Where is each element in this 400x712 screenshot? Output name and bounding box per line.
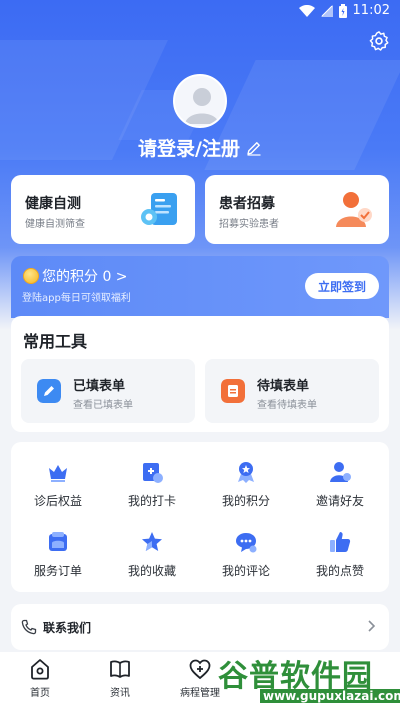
checkin-button[interactable]: 立即签到 — [305, 273, 379, 299]
points-label[interactable]: 您的积分 0 > — [42, 266, 128, 286]
common-tools-section: 常用工具 已填表单 查看已填表单 待填表单 查看待填表单 — [11, 316, 389, 432]
grid-label: 邀请好友 — [315, 494, 364, 508]
tab-label: 首页 — [30, 688, 50, 699]
health-selftest-card[interactable]: 健康自测 健康自测筛查 — [11, 175, 195, 244]
checkin-calendar-icon — [143, 463, 163, 483]
common-tools-title: 常用工具 — [23, 332, 88, 351]
pending-forms-title: 待填表单 — [257, 379, 310, 394]
edit-pencil-icon — [247, 141, 261, 156]
grid-label: 我的评论 — [221, 564, 270, 578]
filled-forms-button[interactable]: 已填表单 查看已填表单 — [21, 359, 195, 423]
health-test-report-icon — [141, 193, 177, 225]
pending-forms-subtitle: 查看待填表单 — [257, 400, 317, 411]
grid-item-my-likes[interactable]: 我的点赞 — [293, 530, 387, 590]
feature-grid: 诊后权益 我的打卡 我的积分 邀请好友 服务订单 我的收藏 我的评论 我的点赞 — [11, 442, 389, 592]
home-icon — [31, 659, 49, 680]
tab-label: 资讯 — [110, 688, 130, 699]
coin-icon — [23, 268, 39, 284]
contact-us-label: 联系我们 — [43, 621, 92, 635]
tab-news[interactable]: 资讯 — [80, 658, 160, 699]
book-icon — [110, 660, 130, 678]
health-selftest-title: 健康自测 — [25, 196, 81, 212]
tab-home[interactable]: 首页 — [0, 658, 80, 699]
points-subtitle: 登陆app每日可领取福利 — [22, 293, 131, 304]
signal-icon — [320, 4, 333, 17]
crown-icon — [49, 465, 67, 482]
grid-item-my-points[interactable]: 我的积分 — [199, 460, 293, 520]
grid-item-my-comments[interactable]: 我的评论 — [199, 530, 293, 590]
pending-forms-button[interactable]: 待填表单 查看待填表单 — [205, 359, 379, 423]
grid-item-my-favorites[interactable]: 我的收藏 — [105, 530, 199, 590]
comment-bubble-icon — [236, 533, 257, 553]
health-selftest-subtitle: 健康自测筛查 — [25, 219, 85, 230]
star-favorite-icon — [142, 532, 162, 551]
medal-icon — [238, 462, 254, 483]
grid-label: 诊后权益 — [33, 494, 82, 508]
phone-icon — [21, 619, 37, 635]
grid-label: 我的点赞 — [315, 564, 364, 578]
points-banner: 您的积分 0 > 登陆app每日可领取福利 立即签到 — [11, 256, 389, 318]
grid-label: 服务订单 — [33, 564, 82, 578]
grid-label: 我的积分 — [221, 494, 270, 508]
watermark-url: www.gupuxlazai.com — [260, 689, 400, 703]
user-avatar[interactable] — [173, 74, 227, 128]
patient-recruit-person-icon — [336, 192, 372, 227]
patient-recruit-subtitle: 招募实验患者 — [219, 219, 279, 230]
thumbs-up-icon — [330, 532, 351, 552]
heart-plus-icon — [189, 659, 211, 680]
status-bar: 11:02 — [0, 0, 400, 24]
wifi-icon — [298, 4, 315, 17]
grid-item-post-diagnosis-benefits[interactable]: 诊后权益 — [11, 460, 105, 520]
settings-gear-icon[interactable] — [368, 30, 390, 52]
invite-user-icon — [330, 462, 351, 482]
filled-form-icon — [37, 379, 61, 403]
patient-recruit-title: 患者招募 — [219, 196, 275, 212]
chevron-right-icon — [368, 620, 376, 632]
battery-icon — [338, 3, 347, 18]
grid-item-invite-friends[interactable]: 邀请好友 — [293, 460, 387, 520]
login-register-link[interactable]: 请登录/注册 — [0, 134, 400, 161]
status-time: 11:02 — [352, 3, 390, 18]
contact-us-row[interactable]: 联系我们 — [11, 604, 389, 650]
service-order-icon — [49, 532, 67, 551]
patient-recruit-card[interactable]: 患者招募 招募实验患者 — [205, 175, 389, 244]
login-register-label: 请登录/注册 — [138, 138, 240, 160]
grid-item-my-checkin[interactable]: 我的打卡 — [105, 460, 199, 520]
filled-forms-subtitle: 查看已填表单 — [73, 400, 133, 411]
pending-form-icon — [221, 379, 245, 403]
grid-item-service-orders[interactable]: 服务订单 — [11, 530, 105, 590]
filled-forms-title: 已填表单 — [73, 379, 126, 394]
grid-label: 我的打卡 — [127, 494, 176, 508]
grid-label: 我的收藏 — [127, 564, 176, 578]
watermark-logo: 谷普软件园 www.gupuxlazai.com — [218, 651, 400, 712]
